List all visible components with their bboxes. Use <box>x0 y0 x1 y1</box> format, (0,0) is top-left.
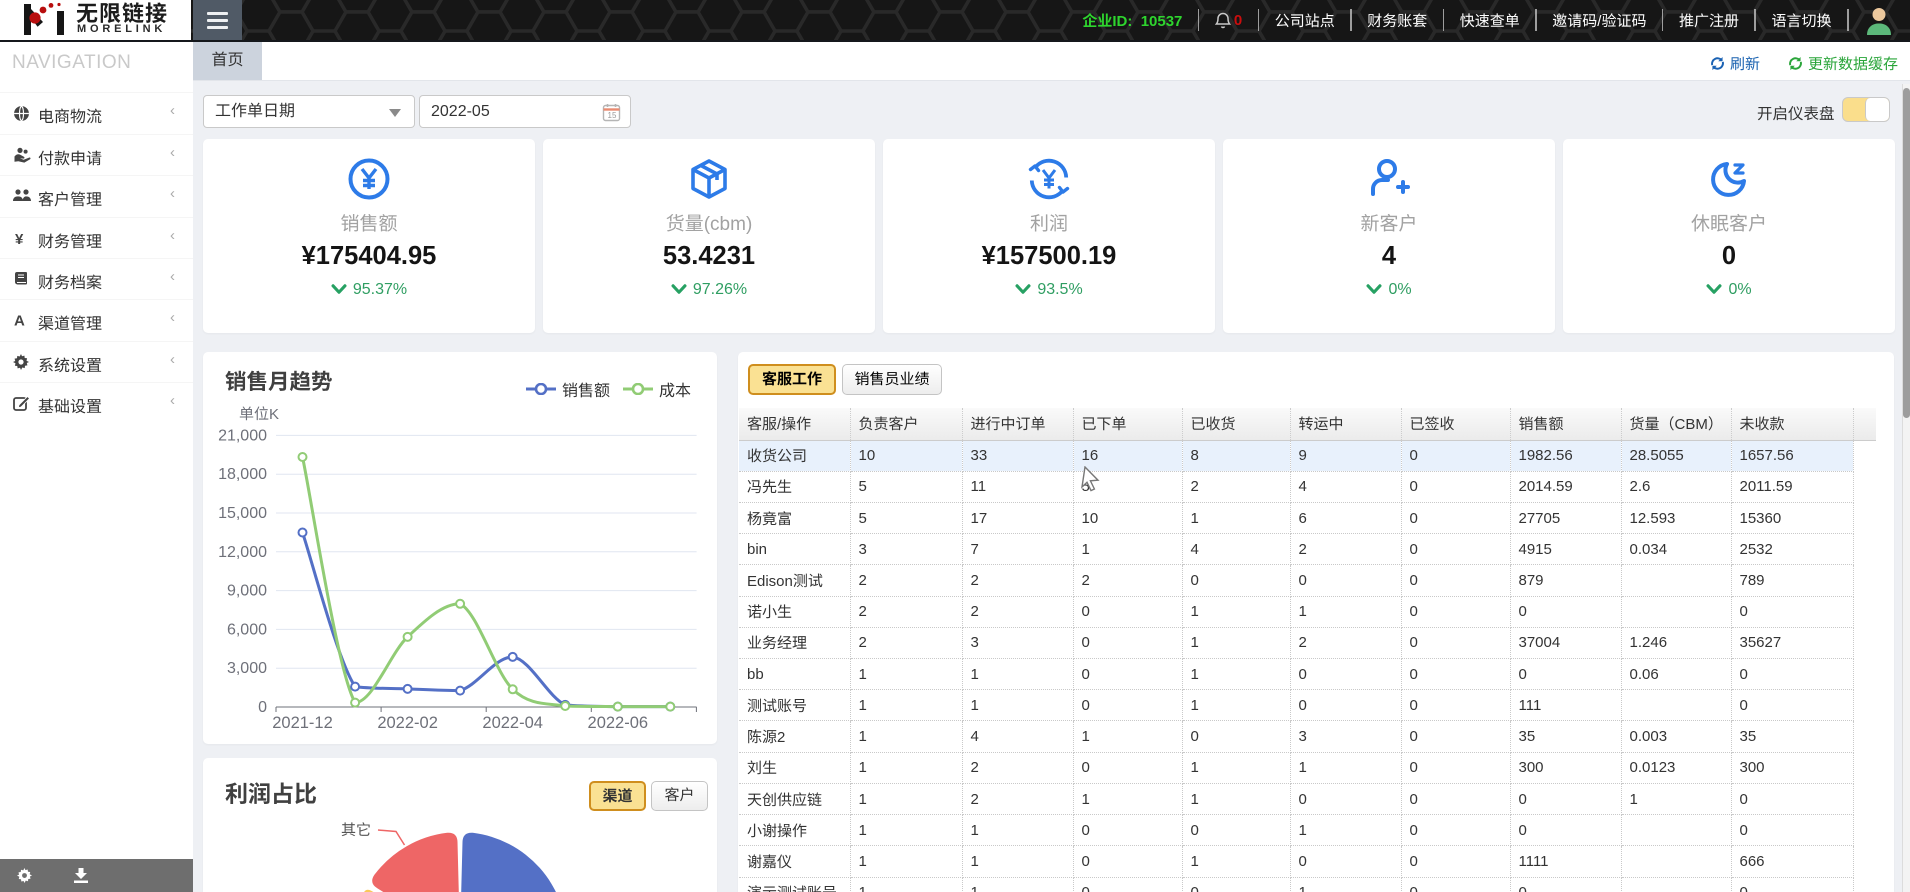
svg-text:0: 0 <box>258 699 267 716</box>
svg-text:12,000: 12,000 <box>218 544 267 561</box>
svg-text:6,000: 6,000 <box>227 621 267 638</box>
svg-text:9,000: 9,000 <box>227 583 267 600</box>
svg-text:2021-12: 2021-12 <box>272 714 333 732</box>
svg-text:其它: 其它 <box>341 822 371 839</box>
svg-text:3,000: 3,000 <box>227 660 267 677</box>
svg-text:15,000: 15,000 <box>218 505 267 522</box>
svg-text:18,000: 18,000 <box>218 466 267 483</box>
svg-text:2022-02: 2022-02 <box>377 714 438 732</box>
svg-text:15: 15 <box>608 111 617 120</box>
svg-text:21,000: 21,000 <box>218 427 267 444</box>
svg-text:2022-04: 2022-04 <box>482 714 543 732</box>
svg-text:A: A <box>14 313 25 329</box>
svg-text:2022-06: 2022-06 <box>588 714 649 732</box>
svg-text:¥: ¥ <box>15 231 24 246</box>
